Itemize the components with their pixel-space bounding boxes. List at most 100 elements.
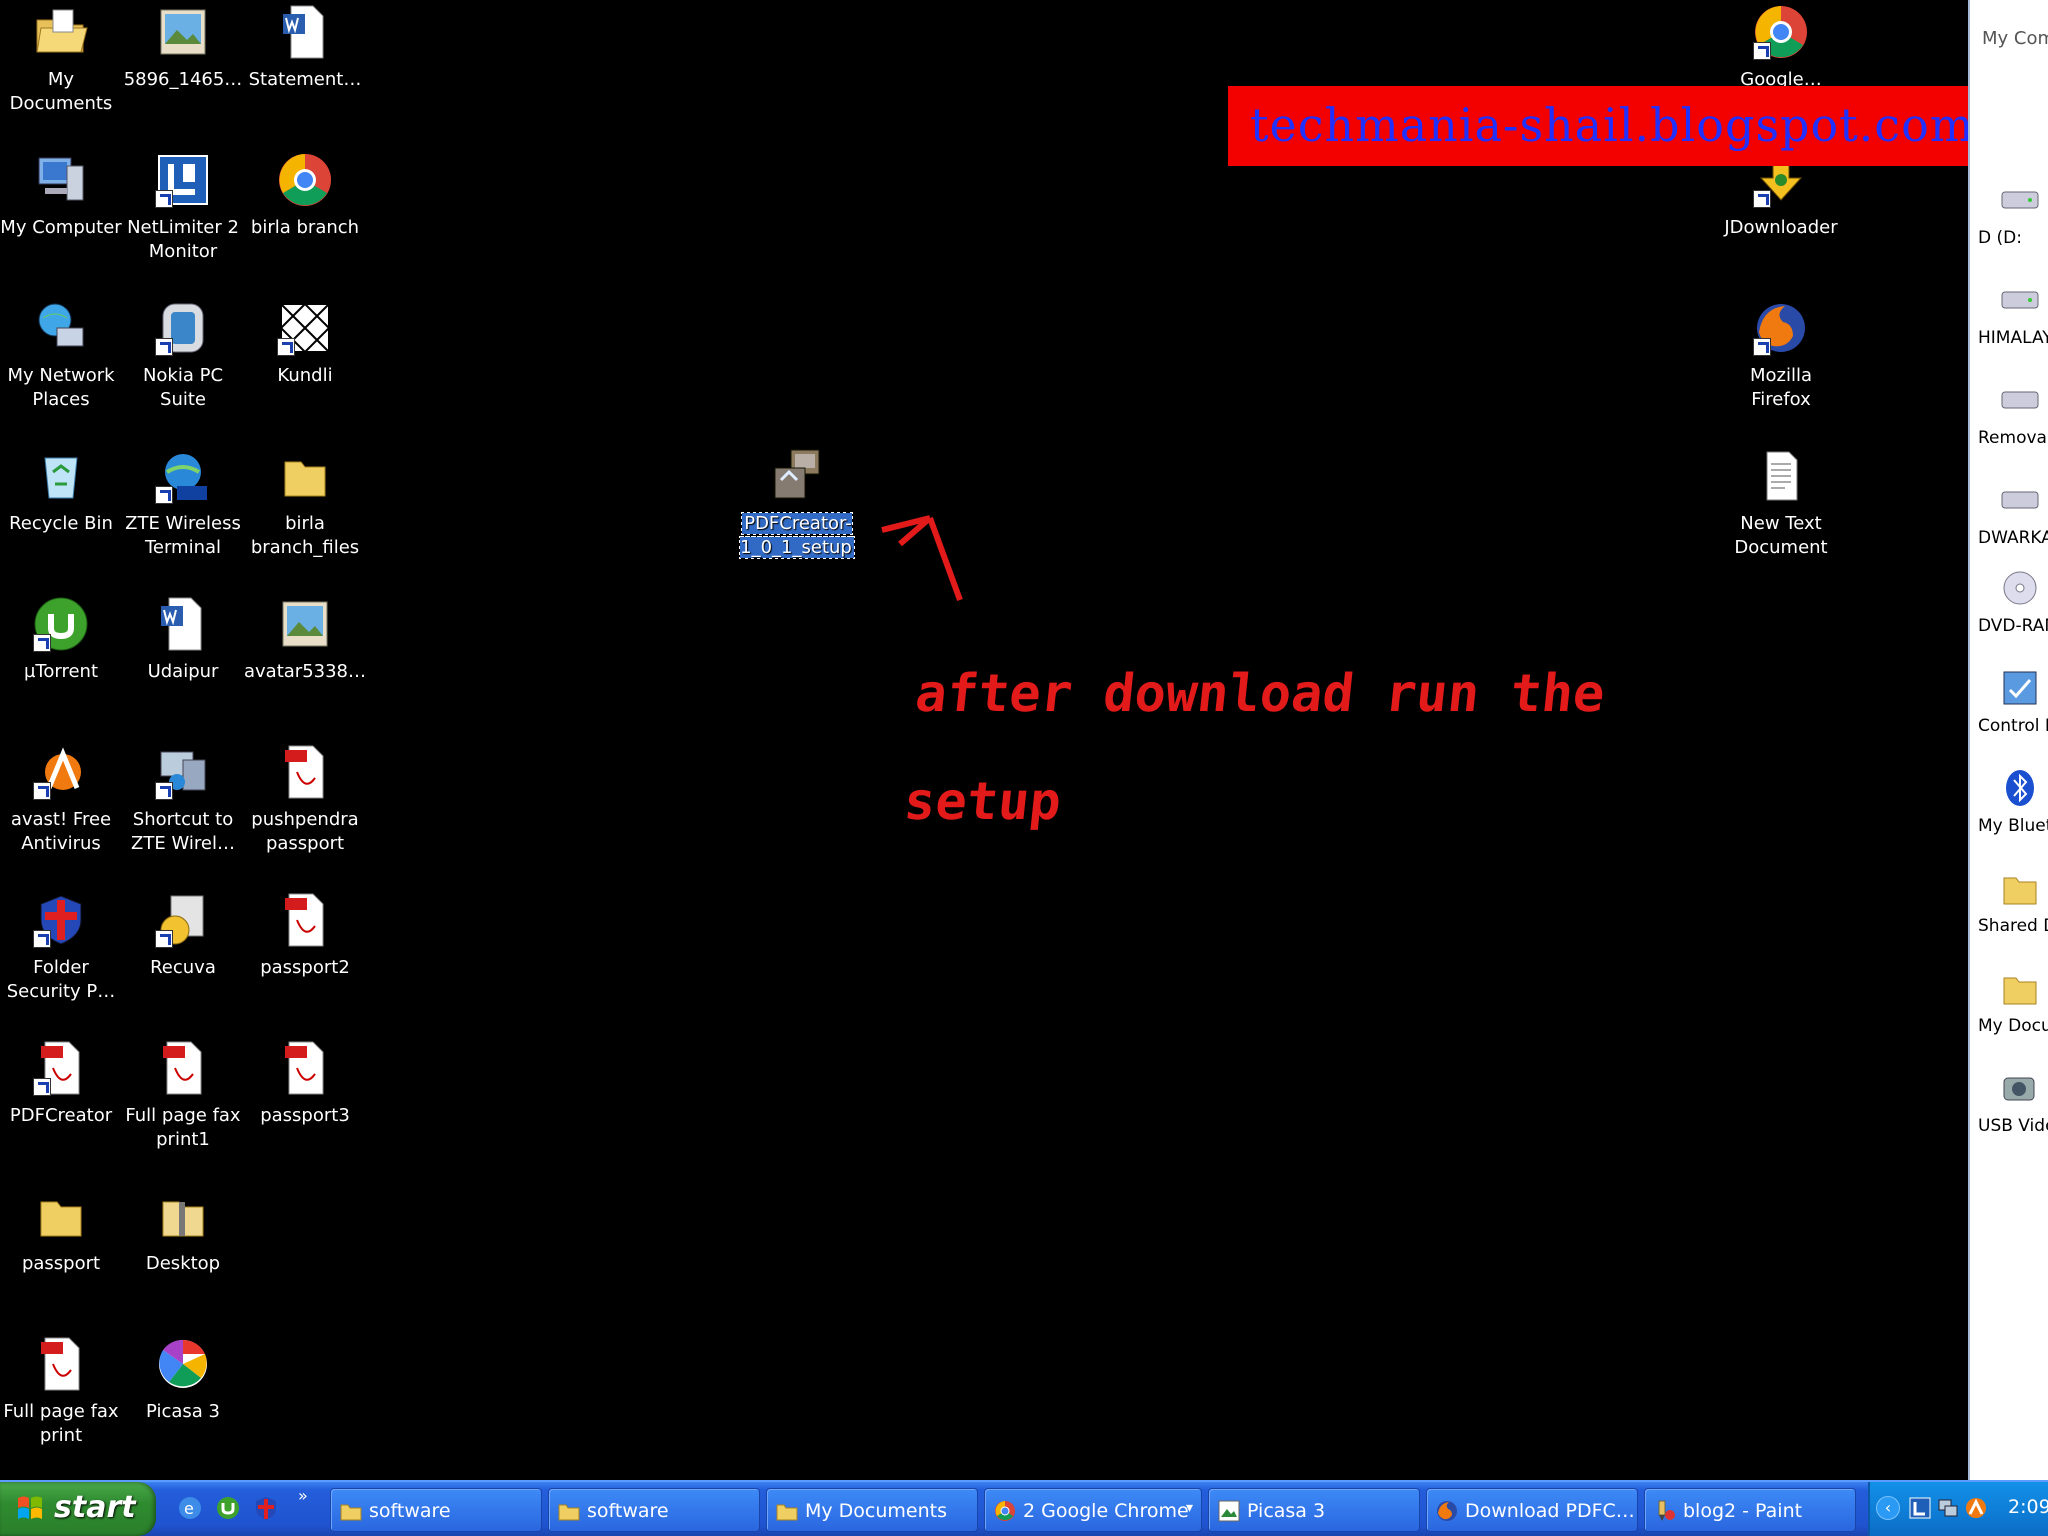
pdf-file-icon bbox=[275, 742, 335, 802]
icon-label: PDFCreator bbox=[9, 1105, 113, 1126]
recuva-icon bbox=[153, 890, 213, 950]
icon-label: Full page fax print bbox=[3, 1401, 119, 1446]
folder-security[interactable]: Folder Security P… bbox=[0, 890, 122, 1004]
drive-icon bbox=[2000, 180, 2040, 220]
utorrent[interactable]: µTorrent bbox=[0, 594, 122, 684]
birla-branch[interactable]: birla branch bbox=[244, 150, 366, 240]
passport2[interactable]: passport2 bbox=[244, 890, 366, 980]
task-label: My Documents bbox=[805, 1500, 948, 1522]
watermark-banner: techmania-shail.blogspot.com bbox=[1228, 86, 2048, 166]
my-network-places[interactable]: My Network Places bbox=[0, 298, 122, 412]
shield-icon bbox=[31, 890, 91, 950]
taskbar: start e » software software My Documents… bbox=[0, 1480, 2048, 1536]
ql-ie-icon[interactable]: e bbox=[176, 1494, 204, 1522]
utorrent-icon bbox=[31, 594, 91, 654]
side-item-shared-docs[interactable]: Shared D bbox=[1970, 868, 2048, 936]
zte-shortcut-icon bbox=[153, 742, 213, 802]
start-button[interactable]: start bbox=[0, 1482, 156, 1536]
icon-label: Picasa 3 bbox=[146, 1401, 220, 1422]
ql-shield-icon[interactable] bbox=[252, 1494, 280, 1522]
image-file-icon bbox=[275, 594, 335, 654]
side-item-himalay[interactable]: HIMALAY bbox=[1970, 280, 2048, 348]
side-item-dwarka[interactable]: DWARKA bbox=[1970, 480, 2048, 548]
side-item-drive-d[interactable]: D (D: bbox=[1970, 180, 2048, 248]
google-chrome[interactable]: Google… bbox=[1720, 2, 1842, 92]
image-5896[interactable]: 5896_1465… bbox=[122, 2, 244, 92]
bluetooth-icon bbox=[2000, 768, 2040, 808]
task-label: Picasa 3 bbox=[1247, 1500, 1326, 1522]
side-item-label: D (D: bbox=[1978, 228, 2022, 248]
task-paint[interactable]: blog2 - Paint bbox=[1644, 1488, 1856, 1532]
clock: 2:09 bbox=[2008, 1496, 2048, 1518]
pdfcreator-setup[interactable]: PDFCreator-1_0_1_setup bbox=[736, 446, 858, 560]
task-download-pdfcreator[interactable]: Download PDFC… bbox=[1426, 1488, 1638, 1532]
picasa-3[interactable]: Picasa 3 bbox=[122, 1334, 244, 1424]
recuva[interactable]: Recuva bbox=[122, 890, 244, 980]
chevron-down-icon[interactable]: ▾ bbox=[1186, 1500, 1193, 1516]
ql-utorrent-icon[interactable] bbox=[214, 1494, 242, 1522]
paint-icon bbox=[1658, 1500, 1675, 1521]
chrome-icon bbox=[995, 1501, 1015, 1521]
watermark-text: techmania-shail.blogspot.com bbox=[1250, 98, 1975, 152]
network-icon bbox=[31, 298, 91, 358]
icon-label: My Documents bbox=[9, 69, 113, 114]
full-page-fax-print[interactable]: Full page fax print bbox=[0, 1334, 122, 1448]
side-item-control-panel[interactable]: Control P bbox=[1970, 668, 2048, 736]
explorer-side-panel: My Comp D (D: HIMALAY Removab DWARKA DVD… bbox=[1968, 0, 2048, 1480]
passport3[interactable]: passport3 bbox=[244, 1038, 366, 1128]
firefox-icon bbox=[1751, 298, 1811, 358]
icon-label: PDFCreator-1_0_1_setup bbox=[736, 512, 858, 560]
picasa-icon bbox=[1218, 1500, 1240, 1522]
avast-tray-icon[interactable] bbox=[1964, 1496, 1988, 1520]
new-text-document[interactable]: New Text Document bbox=[1720, 446, 1842, 560]
side-item-removable[interactable]: Removab bbox=[1970, 380, 2048, 448]
task-picasa[interactable]: Picasa 3 bbox=[1208, 1488, 1420, 1532]
side-item-usb-video[interactable]: USB Vide bbox=[1970, 1068, 2048, 1136]
start-label: start bbox=[54, 1490, 136, 1525]
passport-folder[interactable]: passport bbox=[0, 1186, 122, 1276]
task-my-documents[interactable]: My Documents bbox=[766, 1488, 978, 1532]
side-item-label: Removab bbox=[1978, 428, 2048, 448]
netlimiter-icon bbox=[153, 150, 213, 210]
netlimiter-tray-icon[interactable] bbox=[1908, 1496, 1932, 1520]
annotation-line-2: setup bbox=[901, 772, 1065, 832]
quicklaunch-more[interactable]: » bbox=[298, 1486, 308, 1505]
side-item-label: HIMALAY bbox=[1978, 328, 2048, 348]
udaipur-doc[interactable]: Udaipur bbox=[122, 594, 244, 684]
pdf-file-icon bbox=[275, 1038, 335, 1098]
birla-branch-files[interactable]: birla branch_files bbox=[244, 446, 366, 560]
panel-header: My Comp bbox=[1982, 28, 2048, 49]
mozilla-firefox[interactable]: Mozilla Firefox bbox=[1720, 298, 1842, 412]
task-label: software bbox=[369, 1500, 451, 1522]
my-documents[interactable]: My Documents bbox=[0, 2, 122, 116]
side-item-bluetooth[interactable]: My Blueto bbox=[1970, 768, 2048, 836]
pushpendra-passport[interactable]: pushpendra passport bbox=[244, 742, 366, 856]
task-google-chrome[interactable]: 2 Google Chrome ▾ bbox=[984, 1488, 1202, 1532]
icon-label: Mozilla Firefox bbox=[1749, 365, 1813, 410]
word-doc-icon bbox=[275, 2, 335, 62]
side-item-dvd-ram[interactable]: DVD-RAM bbox=[1970, 568, 2048, 636]
desktop-zip[interactable]: Desktop bbox=[122, 1186, 244, 1276]
folder-icon bbox=[31, 1186, 91, 1246]
drive-icon bbox=[2000, 480, 2040, 520]
selected-label: PDFCreator-1_0_1_setup bbox=[739, 512, 855, 559]
nokia-pc-suite[interactable]: Nokia PC Suite bbox=[122, 298, 244, 412]
kundli[interactable]: Kundli bbox=[244, 298, 366, 388]
task-software-1[interactable]: software bbox=[330, 1488, 542, 1532]
netlimiter-monitor[interactable]: NetLimiter 2 Monitor bbox=[122, 150, 244, 264]
avatar-image[interactable]: avatar5338… bbox=[244, 594, 366, 684]
pdfcreator[interactable]: PDFCreator bbox=[0, 1038, 122, 1128]
my-computer[interactable]: My Computer bbox=[0, 150, 122, 240]
tray-expand-icon[interactable]: ‹ bbox=[1876, 1496, 1900, 1520]
full-page-fax-print1[interactable]: Full page fax print1 bbox=[122, 1038, 244, 1152]
network-tray-icon[interactable] bbox=[1936, 1496, 1960, 1520]
shortcut-arrow-icon bbox=[155, 486, 173, 504]
task-software-2[interactable]: software bbox=[548, 1488, 760, 1532]
avast-antivirus[interactable]: avast! Free Antivirus bbox=[0, 742, 122, 856]
shortcut-zte[interactable]: Shortcut to ZTE Wirel… bbox=[122, 742, 244, 856]
recycle-bin[interactable]: Recycle Bin bbox=[0, 446, 122, 536]
statement-doc[interactable]: Statement… bbox=[244, 2, 366, 92]
zte-wireless-terminal[interactable]: ZTE Wireless Terminal bbox=[122, 446, 244, 560]
side-item-my-documents[interactable]: My Docu bbox=[1970, 968, 2048, 1036]
icon-label: Kundli bbox=[277, 365, 333, 386]
